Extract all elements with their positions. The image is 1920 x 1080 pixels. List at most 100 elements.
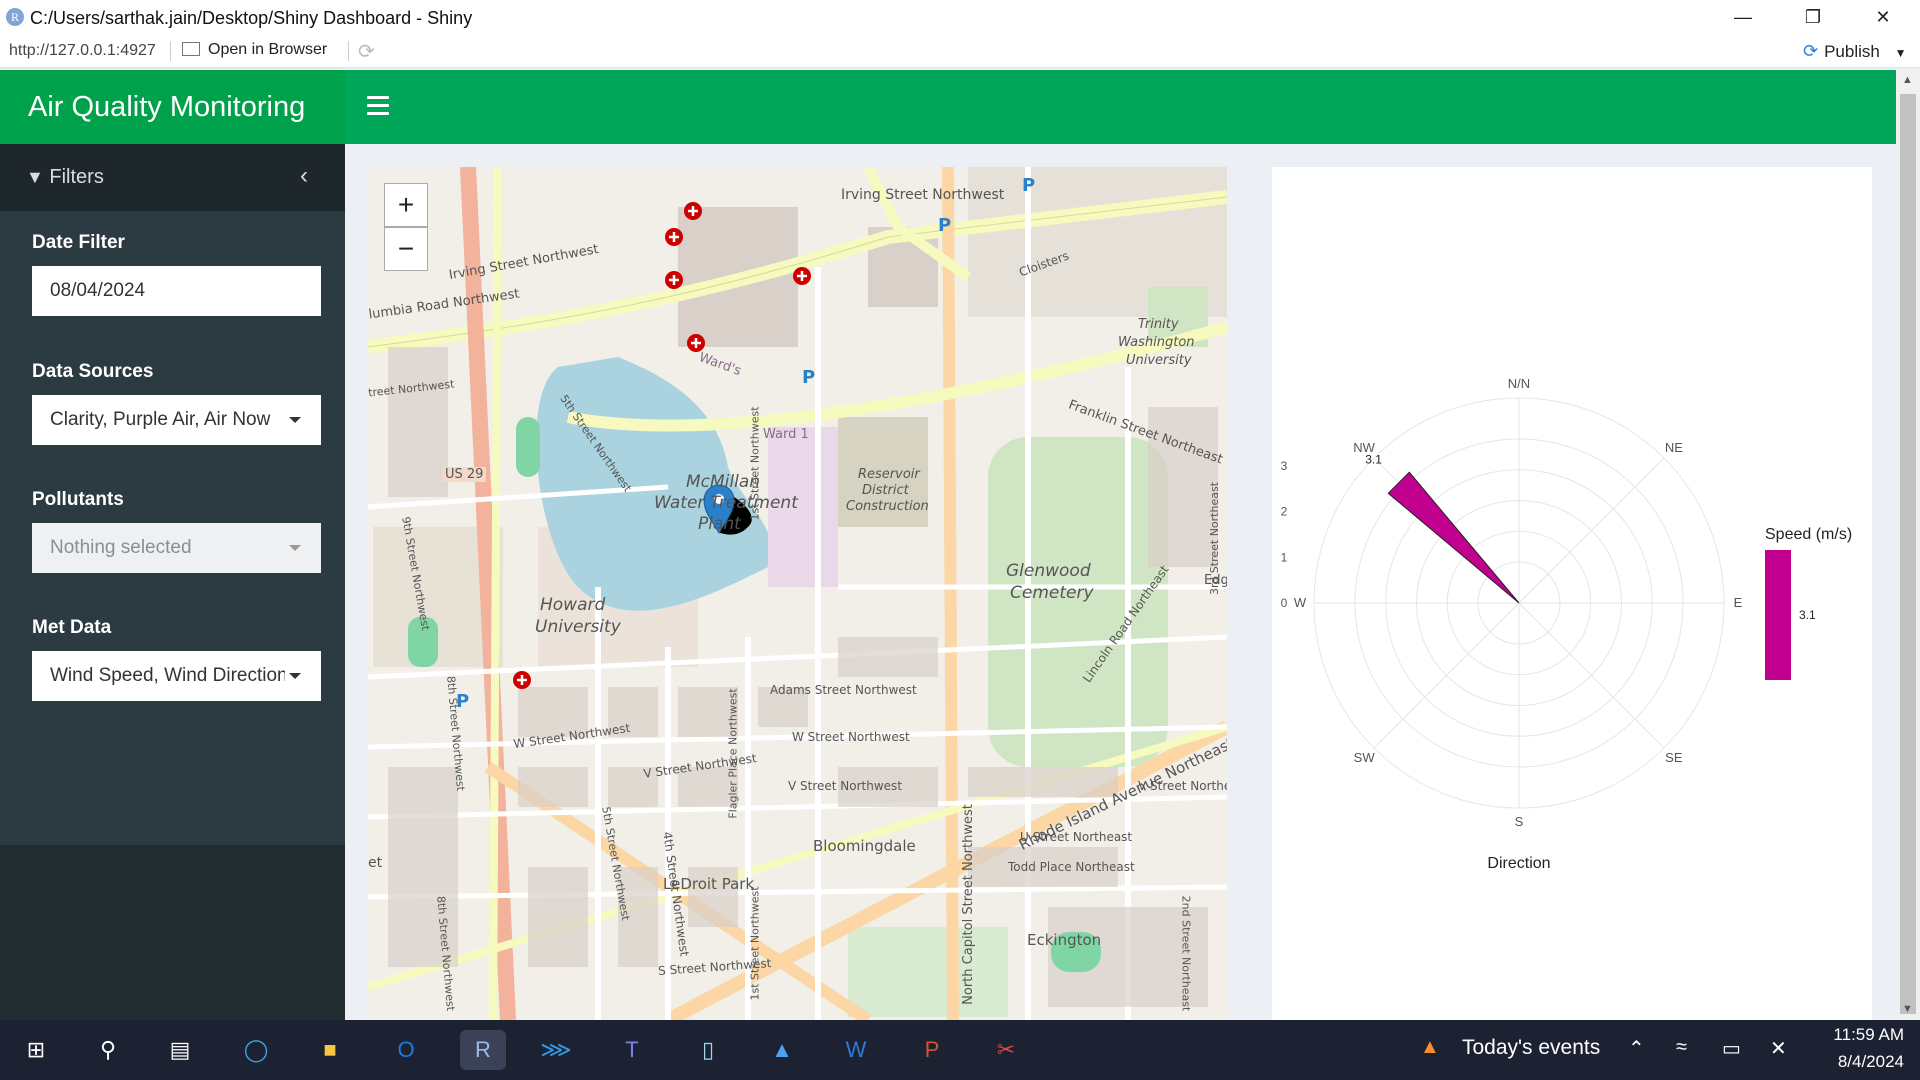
file-explorer-icon[interactable]: ■ (310, 1030, 350, 1070)
direction-label: E (1734, 595, 1743, 610)
zoom-out-button[interactable]: − (384, 227, 428, 271)
events-widget[interactable]: Today's events (1462, 1036, 1600, 1060)
close-button[interactable]: ✕ (1860, 4, 1906, 30)
axis-title: Direction (1487, 855, 1550, 872)
data-sources-value: Clarity, Purple Air, Air Now (50, 409, 271, 430)
snipping-tool-icon[interactable]: ✂ (986, 1030, 1026, 1070)
task-view-icon[interactable]: ▤ (160, 1030, 200, 1070)
rstudio-taskbar-icon[interactable]: R (460, 1030, 506, 1070)
edge-icon[interactable]: ◯ (236, 1030, 276, 1070)
parking-icon: P (456, 691, 470, 712)
legend-title: Speed (m/s) (1765, 526, 1852, 543)
outlook-icon[interactable]: O (386, 1030, 426, 1070)
browser-icon (182, 42, 200, 56)
map-label: District (862, 483, 909, 498)
caret-down-icon (289, 417, 301, 423)
map-label: 1st Street Northwest (748, 406, 762, 521)
top-navbar (345, 70, 1896, 144)
rstudio-icon: R (6, 8, 24, 26)
wind-rose-chart: N/NNEESESSWWNW0123 3.1DirectionSpeed (m/s… (1281, 376, 1852, 872)
map-label: Todd Place Northeast (1008, 860, 1135, 874)
data-sources-label: Data Sources (32, 361, 154, 382)
map-label: Reservoir (858, 467, 920, 482)
rose-bars (1387, 471, 1791, 680)
minimize-button[interactable]: — (1720, 4, 1766, 30)
legend-entry: 3.1 (1799, 608, 1816, 622)
map-label: Cemetery (1010, 583, 1094, 603)
direction-label: SW (1354, 750, 1376, 765)
map-label: W Street Northwest (792, 730, 910, 744)
wind-rose-panel: N/N NE E SE S SW W NW 0 1 2 3 3.1 Direction Speed (m/s… (1272, 167, 1872, 1020)
filter-icon: ▼ (26, 167, 44, 187)
word-icon[interactable]: W (836, 1030, 876, 1070)
battery-icon[interactable]: ▭ (1722, 1036, 1741, 1061)
wifi-icon[interactable]: ≈ (1676, 1036, 1687, 1059)
window-titlebar: R C:/Users/sarthak.jain/Desktop/Shiny Da… (0, 0, 1920, 34)
scroll-down-icon[interactable]: ▼ (1902, 1003, 1913, 1015)
map-label: Bloomingdale (813, 837, 916, 855)
leaflet-map[interactable]: + − Irving Street Northwest Irving Stree… (368, 167, 1227, 1020)
scroll-up-icon[interactable]: ▲ (1902, 74, 1913, 86)
date-filter-label: Date Filter (32, 232, 125, 253)
map-label: Eckington (1027, 931, 1102, 949)
met-data-select[interactable]: Wind Speed, Wind Direction (32, 651, 321, 701)
parking-icon: P (938, 215, 952, 236)
map-label: V Street Northwest (788, 779, 903, 793)
open-in-browser-button[interactable]: Open in Browser (182, 41, 327, 59)
map-label: U Street Northeast (1020, 830, 1133, 844)
scroll-thumb[interactable] (1900, 94, 1916, 1014)
chevron-down-icon: ▼ (1894, 46, 1907, 60)
radial-tick-label: 3 (1281, 459, 1288, 473)
volume-muted-icon[interactable]: ✕ (1770, 1036, 1787, 1061)
taskbar: ⊞ ⚲ ▤ ◯ ■ O R ⋙ T ▯ ▲ W P ✂ ▲ Today's ev… (0, 1020, 1920, 1080)
legend-swatch (1765, 550, 1791, 680)
open-in-browser-label: Open in Browser (208, 41, 328, 58)
map-label: University (535, 617, 621, 637)
radial-tick-label: 2 (1281, 505, 1288, 519)
map-label: Ward 1 (763, 427, 809, 442)
zoom-in-button[interactable]: + (384, 183, 428, 227)
notepad-icon[interactable]: ▯ (688, 1030, 728, 1070)
publish-button[interactable]: ⟳ Publish ▼ (1803, 41, 1906, 62)
publish-icon: ⟳ (1803, 41, 1819, 61)
parking-icon: P (1022, 175, 1036, 196)
powerpoint-icon[interactable]: P (912, 1030, 952, 1070)
refresh-icon[interactable]: ⟳ (358, 39, 375, 64)
map-label: 1st Street Northwest (748, 886, 762, 1001)
start-icon[interactable]: ⊞ (16, 1030, 56, 1070)
clock-date[interactable]: 8/4/2024 (1820, 1052, 1904, 1072)
direction-label: S (1515, 814, 1524, 829)
clock-time[interactable]: 11:59 AM (1820, 1025, 1904, 1045)
sidebar-toggle-icon[interactable] (367, 96, 389, 120)
data-sources-select[interactable]: Clarity, Purple Air, Air Now (32, 395, 321, 445)
map-label: 2nd Street Northeast (1179, 895, 1193, 1012)
page-scrollbar[interactable]: ▲ ▼ (1896, 70, 1920, 1020)
url-text: http://127.0.0.1:4927 (9, 42, 156, 59)
map-label: 3rd Street Northeast (1208, 481, 1222, 596)
map-label: Adams Street Northwest (770, 683, 917, 697)
teams-icon[interactable]: T (612, 1030, 652, 1070)
map-label: US 29 (442, 467, 487, 482)
radial-tick-label: 0 (1281, 596, 1288, 610)
divider (170, 41, 171, 61)
map-label: Washington (1118, 335, 1195, 350)
caret-down-icon (289, 673, 301, 679)
radial-tick-label: 1 (1281, 550, 1288, 564)
filters-menu-item[interactable]: ▼ Filters ‹ (0, 144, 345, 211)
vscode-icon[interactable]: ⋙ (536, 1030, 576, 1070)
direction-label: SE (1665, 750, 1683, 765)
chevron-left-icon[interactable]: ‹ (300, 162, 308, 190)
direction-label: NE (1665, 440, 1683, 455)
bar-value-label: 3.1 (1365, 453, 1382, 467)
photos-icon[interactable]: ▲ (762, 1030, 802, 1070)
chevron-up-icon[interactable]: ⌃ (1628, 1036, 1645, 1061)
date-filter-input[interactable]: 08/04/2024 (32, 266, 321, 316)
search-icon[interactable]: ⚲ (88, 1030, 128, 1070)
pollutants-select[interactable]: Nothing selected (32, 523, 321, 573)
restore-button[interactable]: ❐ (1790, 4, 1836, 30)
caret-down-icon (289, 545, 301, 551)
met-data-label: Met Data (32, 617, 112, 638)
app-title: Air Quality Monitoring (0, 70, 345, 144)
map-label: Irving Street Northwest (841, 187, 1005, 203)
grid-spoke (1518, 457, 1665, 604)
